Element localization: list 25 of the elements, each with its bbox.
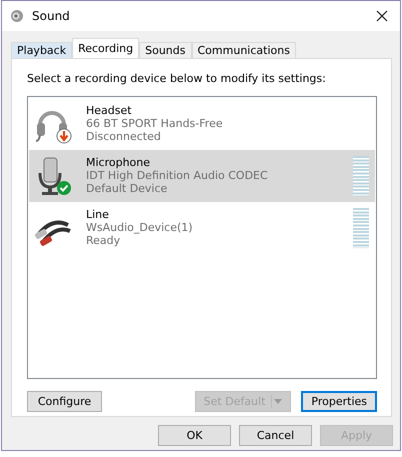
device-description: WsAudio_Device(1) [86,221,194,234]
device-status: Ready [86,234,122,247]
tab[interactable]: Recording [72,38,140,58]
close-icon[interactable] [376,10,388,22]
tab[interactable]: Sounds [139,42,192,58]
device-name: Microphone [86,156,152,169]
button[interactable]: Cancel [239,425,312,446]
device-row[interactable]: Line WsAudio_Device(1) Ready [29,202,375,254]
button[interactable]: Configure [27,390,102,412]
window-title: Sound [32,8,70,25]
button[interactable]: Properties [301,390,377,412]
device-description: IDT High Definition Audio CODEC [86,169,269,182]
device-row[interactable]: Headset 66 BT SPORT Hands-Free Disconnected [29,98,375,150]
instruction-text: Select a recording device below to modify its settings: [27,71,327,87]
speaker-icon [10,9,24,23]
device-status: Disconnected [86,130,162,143]
tab[interactable]: Communications [192,42,296,58]
device-status: Default Device [86,182,168,195]
device-row[interactable]: Microphone IDT High Definition Audio CODEC Default Device [29,150,375,202]
tab[interactable]: Playback [11,42,72,58]
caret-icon [274,398,282,404]
device-name: Line [86,208,110,221]
device-name: Headset [86,104,133,117]
button[interactable]: OK [158,425,231,446]
device-description: 66 BT SPORT Hands-Free [86,117,224,130]
